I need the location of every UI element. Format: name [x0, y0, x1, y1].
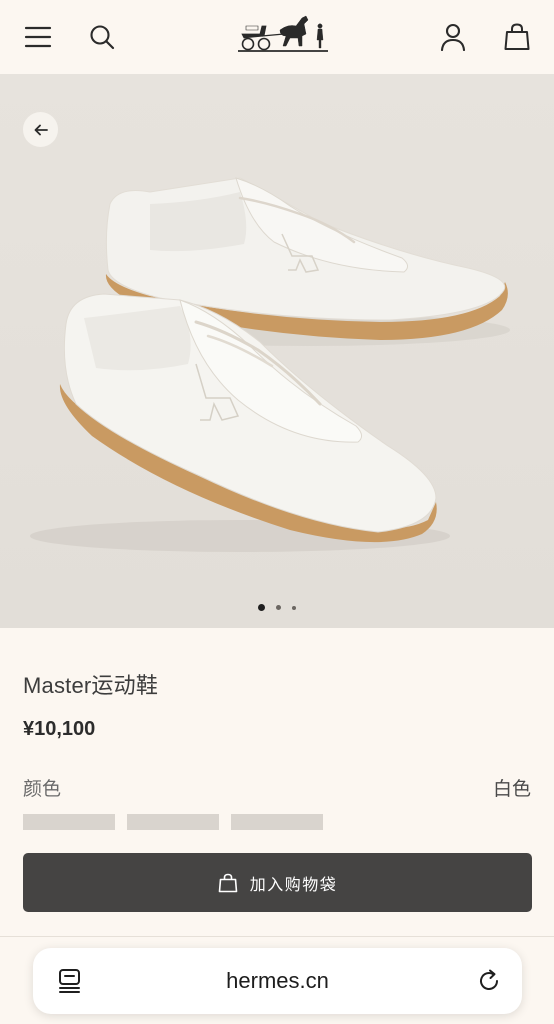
top-navigation-bar	[0, 0, 554, 74]
color-label: 颜色	[23, 779, 62, 800]
add-to-cart-button[interactable]: 加入购物袋	[23, 853, 532, 912]
shopping-bag-icon[interactable]	[500, 20, 534, 54]
add-to-cart-label: 加入购物袋	[249, 876, 338, 894]
carousel-dot-3[interactable]	[292, 605, 296, 610]
browser-address-bar[interactable]: hermes.cn	[33, 948, 522, 1014]
hamburger-menu-icon[interactable]	[21, 20, 55, 54]
selected-color-value: 白色	[492, 779, 531, 800]
user-icon[interactable]	[436, 20, 470, 54]
reload-icon[interactable]	[472, 964, 506, 998]
divider	[0, 936, 554, 937]
back-button[interactable]	[23, 112, 58, 147]
sneakers-product-image	[30, 177, 510, 552]
carousel-dot-2[interactable]	[276, 605, 281, 610]
horse-carriage-logo[interactable]	[236, 12, 332, 56]
product-title: Master运动鞋	[23, 673, 159, 698]
search-icon[interactable]	[85, 20, 119, 54]
carousel-pagination	[0, 604, 554, 611]
shopping-bag-icon	[218, 873, 238, 893]
arrow-left-icon	[34, 124, 48, 136]
color-swatch-3[interactable]	[231, 814, 323, 830]
color-swatch-2[interactable]	[127, 814, 219, 830]
color-swatch-1[interactable]	[23, 814, 115, 830]
product-price: ¥10,100	[23, 718, 96, 740]
carousel-dot-1[interactable]	[258, 604, 265, 611]
url-text[interactable]: hermes.cn	[33, 968, 522, 994]
product-image-gallery[interactable]	[0, 74, 554, 628]
